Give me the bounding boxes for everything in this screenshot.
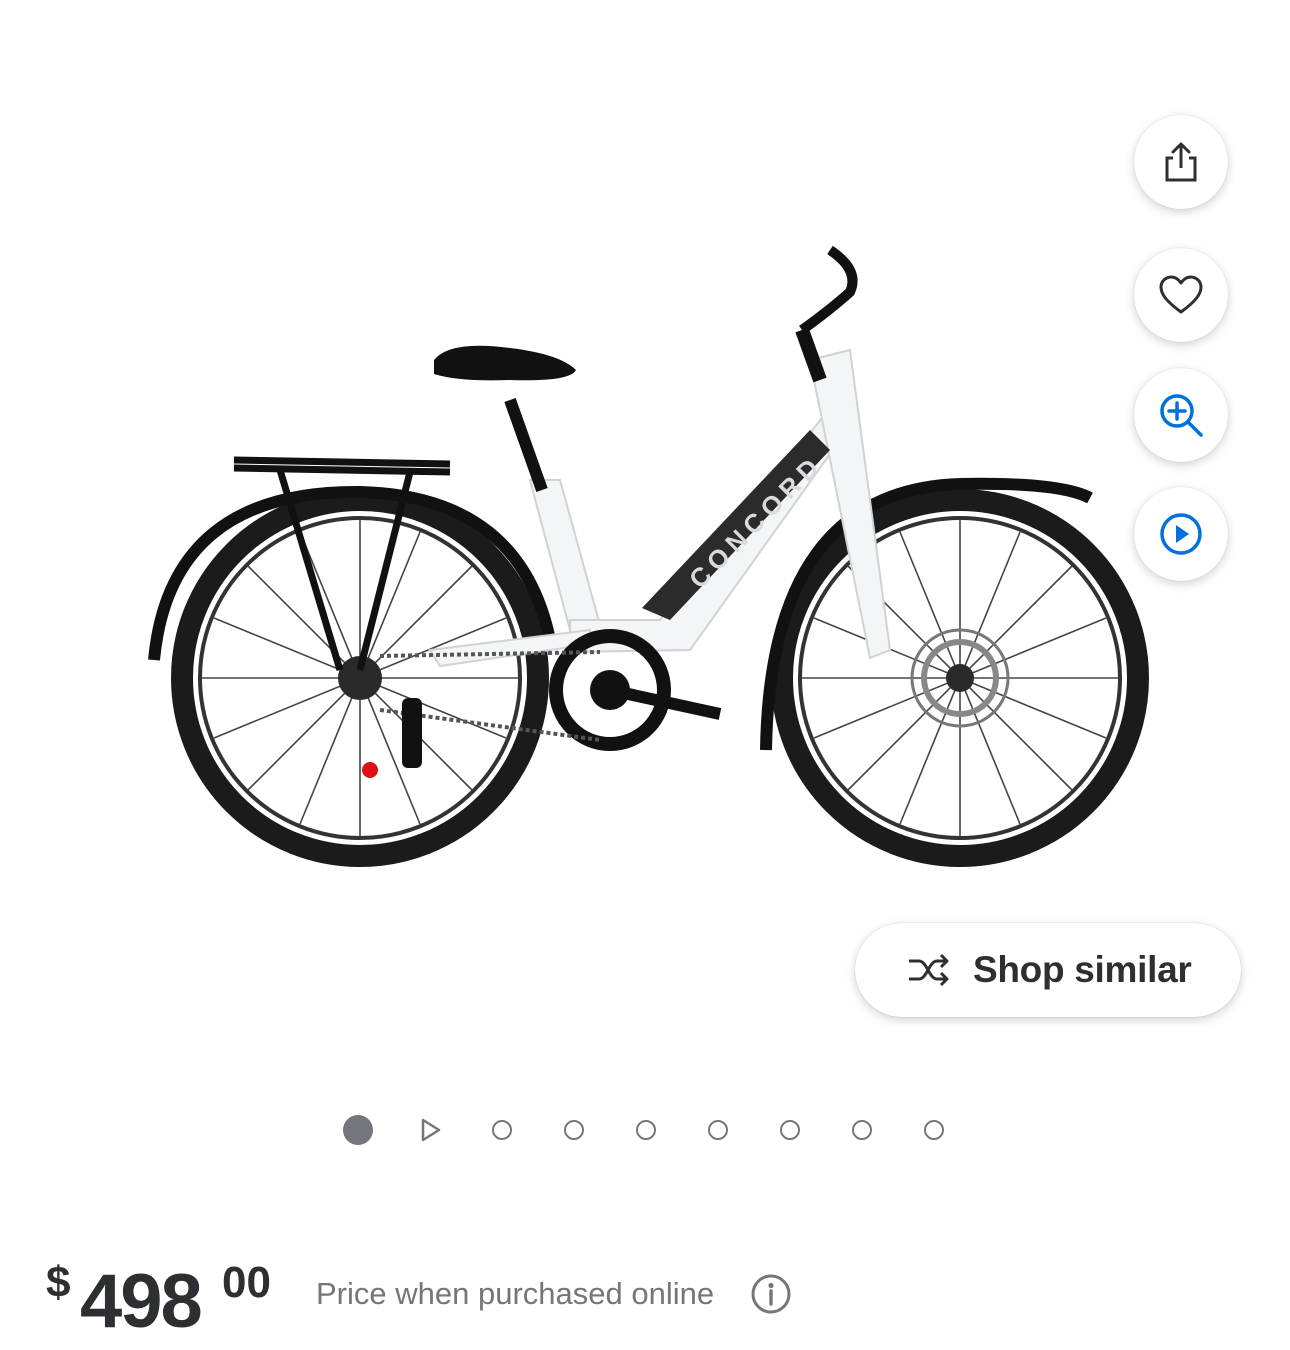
carousel-dot[interactable] xyxy=(844,1112,880,1148)
carousel-dot[interactable] xyxy=(556,1112,592,1148)
price-cents: 00 xyxy=(222,1258,271,1307)
carousel-dot[interactable] xyxy=(700,1112,736,1148)
carousel-dot-active[interactable] xyxy=(340,1112,376,1148)
share-button[interactable] xyxy=(1134,115,1228,209)
info-icon[interactable] xyxy=(750,1273,792,1315)
front-wheel xyxy=(771,489,1149,867)
shop-similar-label: Shop similar xyxy=(973,949,1192,990)
rear-wheel xyxy=(171,489,549,867)
play-icon xyxy=(421,1118,441,1142)
zoom-in-icon xyxy=(1160,394,1203,437)
share-icon xyxy=(1165,142,1197,182)
price-currency: $ xyxy=(46,1258,71,1307)
play-icon xyxy=(1160,513,1202,555)
carousel-dot-video[interactable] xyxy=(412,1112,448,1148)
favorite-button[interactable] xyxy=(1134,248,1228,342)
product-image[interactable]: CONCORD xyxy=(130,220,1170,880)
shuffle-icon xyxy=(909,953,949,987)
video-button[interactable] xyxy=(1134,487,1228,581)
price-note: Price when purchased online xyxy=(316,1276,715,1311)
carousel-dot[interactable] xyxy=(916,1112,952,1148)
carousel-dot[interactable] xyxy=(484,1112,520,1148)
price-dollars: 498 xyxy=(80,1259,203,1344)
shop-similar-button[interactable]: Shop similar xyxy=(855,923,1241,1017)
carousel-dot[interactable] xyxy=(628,1112,664,1148)
zoom-button[interactable] xyxy=(1134,368,1228,462)
heart-icon xyxy=(1159,275,1203,314)
carousel-dot[interactable] xyxy=(772,1112,808,1148)
